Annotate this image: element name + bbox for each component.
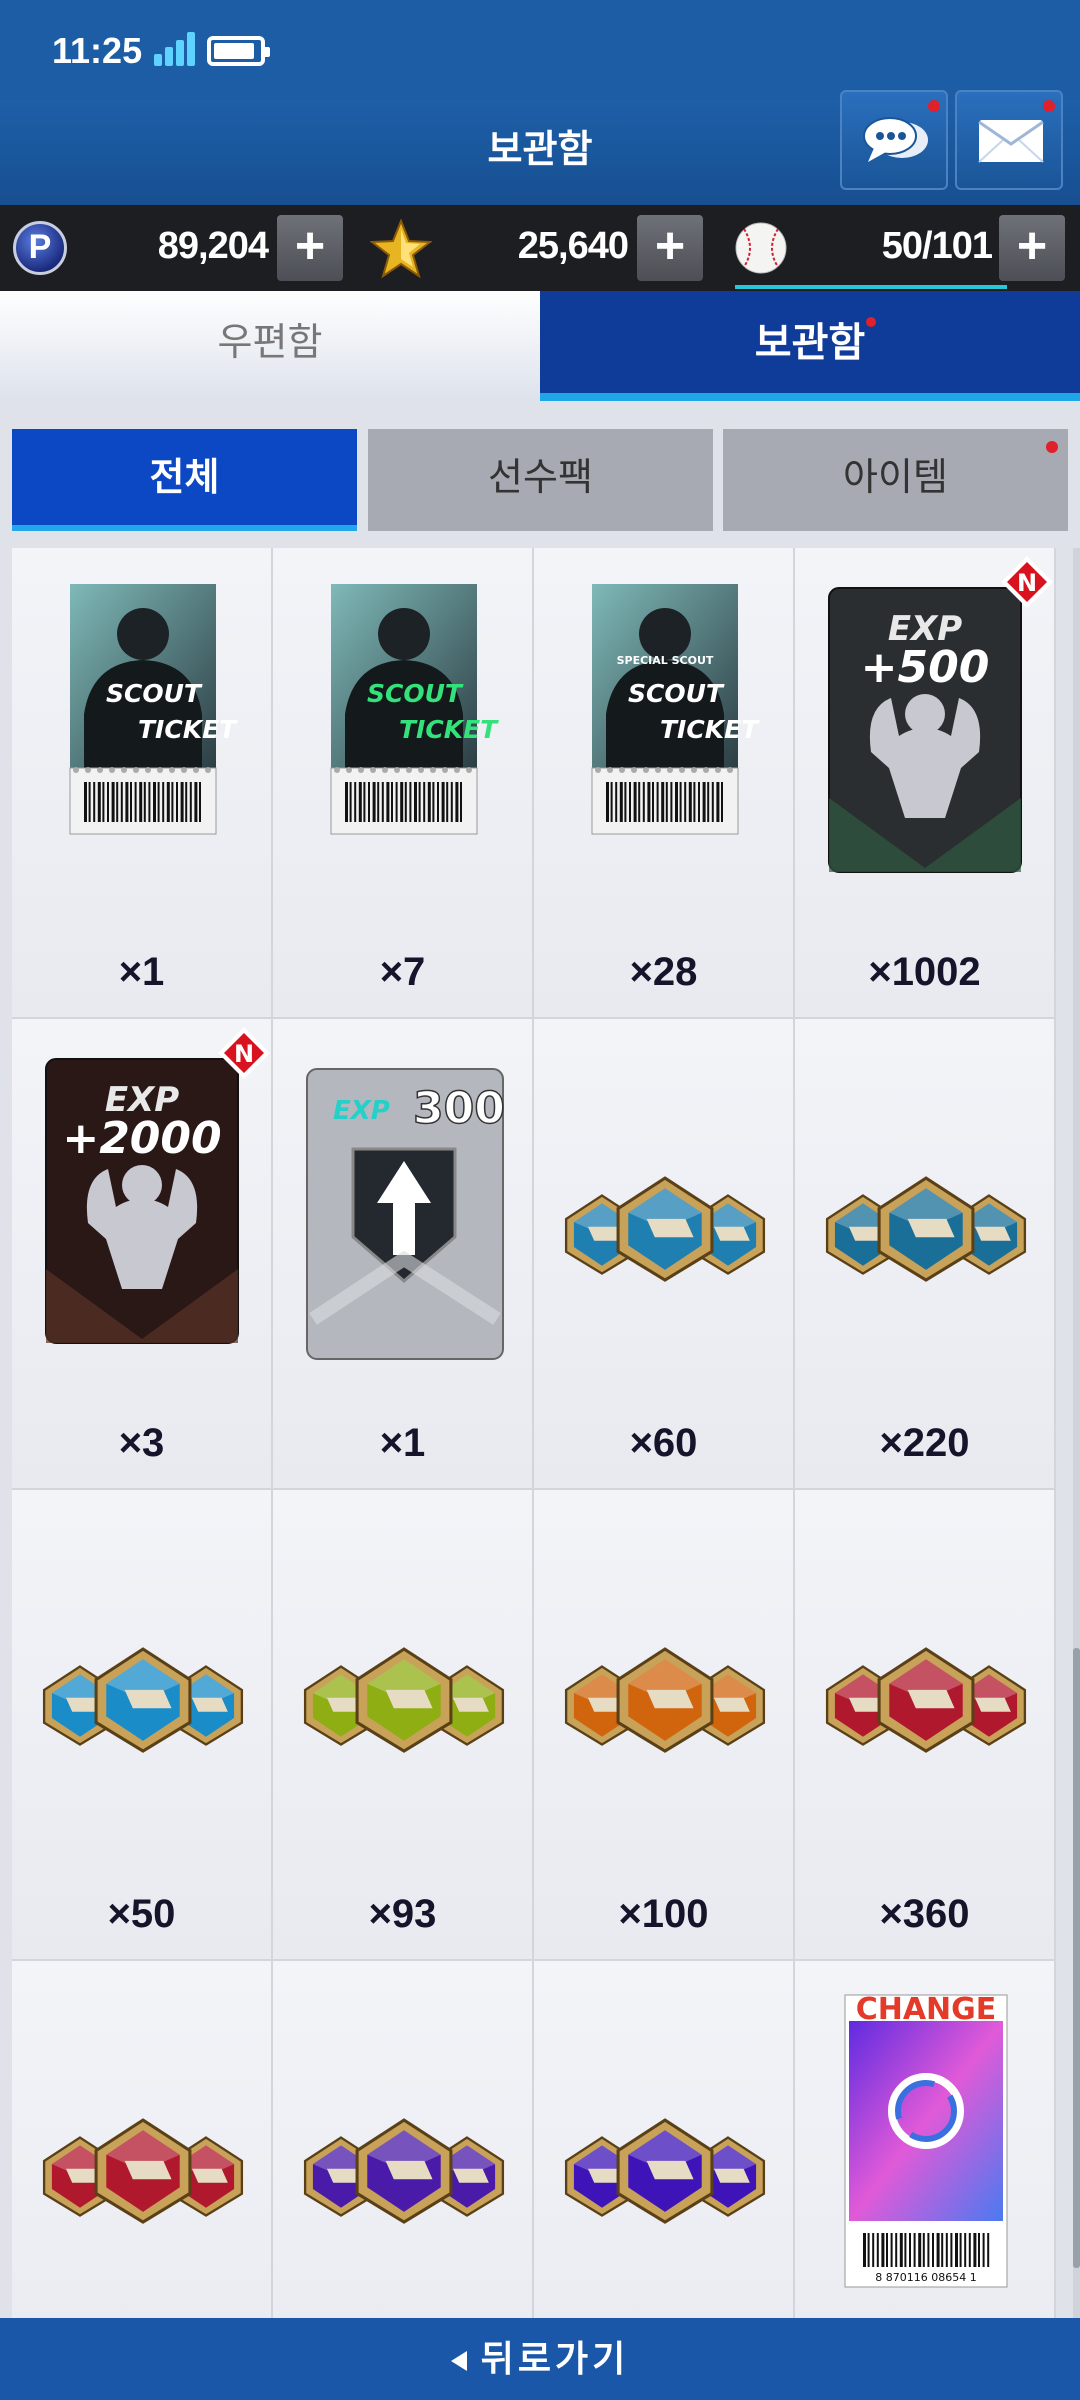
gems-icon (564, 1176, 766, 1282)
mail-badge (1043, 100, 1055, 112)
tab-storage-label: 보관함 (754, 321, 866, 365)
scout-ticket-gold-icon: SCOUT TICKET (330, 584, 499, 835)
signal-icon (154, 32, 196, 66)
mail-icon (978, 120, 1044, 163)
tab-storage-badge (866, 317, 876, 327)
item-cell[interactable]: EXP +500 N ×1002 (795, 548, 1056, 1019)
svg-text:N: N (234, 1040, 254, 1068)
gems-icon (303, 1647, 505, 1753)
svg-text:+500: +500 (861, 642, 990, 693)
item-cell[interactable]: SPECIAL SCOUT SCOUT TICKET ×28 (534, 548, 795, 1019)
svg-text:TICKET: TICKET (660, 715, 760, 744)
capacity-bar (735, 285, 1007, 289)
gems-icon (303, 2118, 505, 2224)
add-stars-button[interactable]: + (637, 215, 703, 281)
item-cell[interactable] (534, 1961, 795, 2318)
add-points-button[interactable]: + (277, 215, 343, 281)
item-grid: SCOUT TICKET ×1 SCOUT TICKET ×7 SPECIAL … (12, 548, 1056, 2318)
chat-badge (928, 100, 940, 112)
item-cell[interactable]: ×100 (534, 1490, 795, 1961)
filter-item[interactable]: 아이템 (723, 429, 1068, 531)
p-coin-icon: P (13, 221, 67, 275)
filter-player-pack[interactable]: 선수팩 (368, 429, 713, 531)
item-cell[interactable]: CHANGE 8 870116 08654 1 (795, 1961, 1056, 2318)
add-capacity-button[interactable]: + (999, 215, 1065, 281)
gems-icon (564, 2118, 766, 2224)
svg-text:N: N (1017, 569, 1037, 597)
tab-storage[interactable]: 보관함 (540, 291, 1080, 401)
mail-button[interactable] (955, 90, 1063, 190)
item-count: ×60 (629, 1421, 698, 1465)
item-cell[interactable]: SCOUT TICKET ×1 (12, 548, 273, 1019)
gems-icon (564, 1647, 766, 1753)
scout-ticket-icon: SCOUT TICKET (69, 584, 238, 835)
filter-item-badge (1046, 441, 1058, 453)
app-root: { "status_bar": {"time": "11:25"}, "head… (0, 0, 1080, 2400)
item-cell[interactable]: EXP +2000 N ×3 (12, 1019, 273, 1490)
exp-card-icon: EXP +2000 N (45, 1027, 270, 1344)
tab-mailbox[interactable]: 우편함 (0, 291, 540, 401)
currency-bar: P 89,204 + 25,640 + 50/101 + (0, 205, 1080, 291)
back-label: 뒤로가기 (480, 2338, 630, 2379)
item-cell[interactable]: EXP 300 ×1 (273, 1019, 534, 1490)
chat-button[interactable] (840, 90, 948, 190)
gems-icon (42, 2118, 244, 2224)
item-cell[interactable] (12, 1961, 273, 2318)
svg-text:8 870116 08654 1: 8 870116 08654 1 (875, 2271, 976, 2284)
item-cell[interactable] (273, 1961, 534, 2318)
item-cell[interactable]: ×220 (795, 1019, 1056, 1490)
item-count: ×28 (629, 950, 698, 994)
item-cell[interactable]: ×93 (273, 1490, 534, 1961)
filter-all[interactable]: 전체 (12, 429, 357, 531)
change-ticket-icon: CHANGE 8 870116 08654 1 (844, 1992, 1008, 2288)
exp-upgrade-icon: EXP 300 (306, 1068, 506, 1360)
item-count: ×93 (368, 1892, 437, 1936)
item-cell[interactable]: ×60 (534, 1019, 795, 1490)
item-count: ×360 (879, 1892, 970, 1936)
item-count: ×1 (379, 1421, 426, 1465)
currency-points-value: 89,204 (157, 225, 269, 267)
filter-bar: 전체 선수팩 아이템 (0, 401, 1080, 541)
status-time: 11:25 (52, 30, 143, 71)
chat-icon (863, 117, 928, 162)
currency-capacity-value: 50/101 (881, 225, 993, 267)
title-bar: 보관함 (0, 90, 1080, 205)
gold-star-icon (370, 219, 432, 279)
filter-item-label: 아이템 (843, 457, 948, 499)
svg-text:SPECIAL SCOUT: SPECIAL SCOUT (617, 654, 714, 667)
back-arrow-icon (450, 2351, 467, 2372)
grid-scrollbar[interactable] (1073, 548, 1080, 2318)
item-count: ×1002 (868, 950, 981, 994)
item-count: ×3 (118, 1421, 165, 1465)
back-button[interactable]: 뒤로가기 (0, 2318, 1080, 2400)
item-count: ×100 (618, 1892, 709, 1936)
item-cell[interactable]: SCOUT TICKET ×7 (273, 548, 534, 1019)
svg-text:EXP: EXP (333, 1096, 390, 1126)
svg-text:300: 300 (413, 1083, 505, 1134)
item-count: ×1 (118, 950, 165, 994)
gems-icon (825, 1647, 1027, 1753)
svg-text:CHANGE: CHANGE (856, 1992, 997, 2027)
currency-stars-value: 25,640 (517, 225, 629, 267)
baseball-icon (735, 222, 787, 274)
item-count: ×220 (879, 1421, 970, 1465)
item-cell[interactable]: ×360 (795, 1490, 1056, 1961)
item-count: ×7 (379, 950, 426, 994)
battery-icon (207, 36, 270, 66)
scroll-thumb[interactable] (1073, 1648, 1080, 2268)
special-scout-ticket-icon: SPECIAL SCOUT SCOUT TICKET (591, 584, 760, 835)
svg-text:+2000: +2000 (62, 1113, 221, 1164)
svg-text:TICKET: TICKET (399, 715, 499, 744)
svg-text:SCOUT: SCOUT (106, 679, 203, 708)
status-bar: 11:25 (0, 0, 1080, 100)
svg-text:SCOUT: SCOUT (367, 679, 464, 708)
gems-icon (825, 1176, 1027, 1282)
item-count: ×50 (107, 1892, 176, 1936)
item-cell[interactable]: ×50 (12, 1490, 273, 1961)
svg-text:TICKET: TICKET (138, 715, 238, 744)
gems-icon (42, 1647, 244, 1753)
main-tabs: 우편함 보관함 (0, 291, 1080, 401)
svg-text:SCOUT: SCOUT (628, 679, 725, 708)
exp-card-icon: EXP +500 N (828, 556, 1053, 873)
